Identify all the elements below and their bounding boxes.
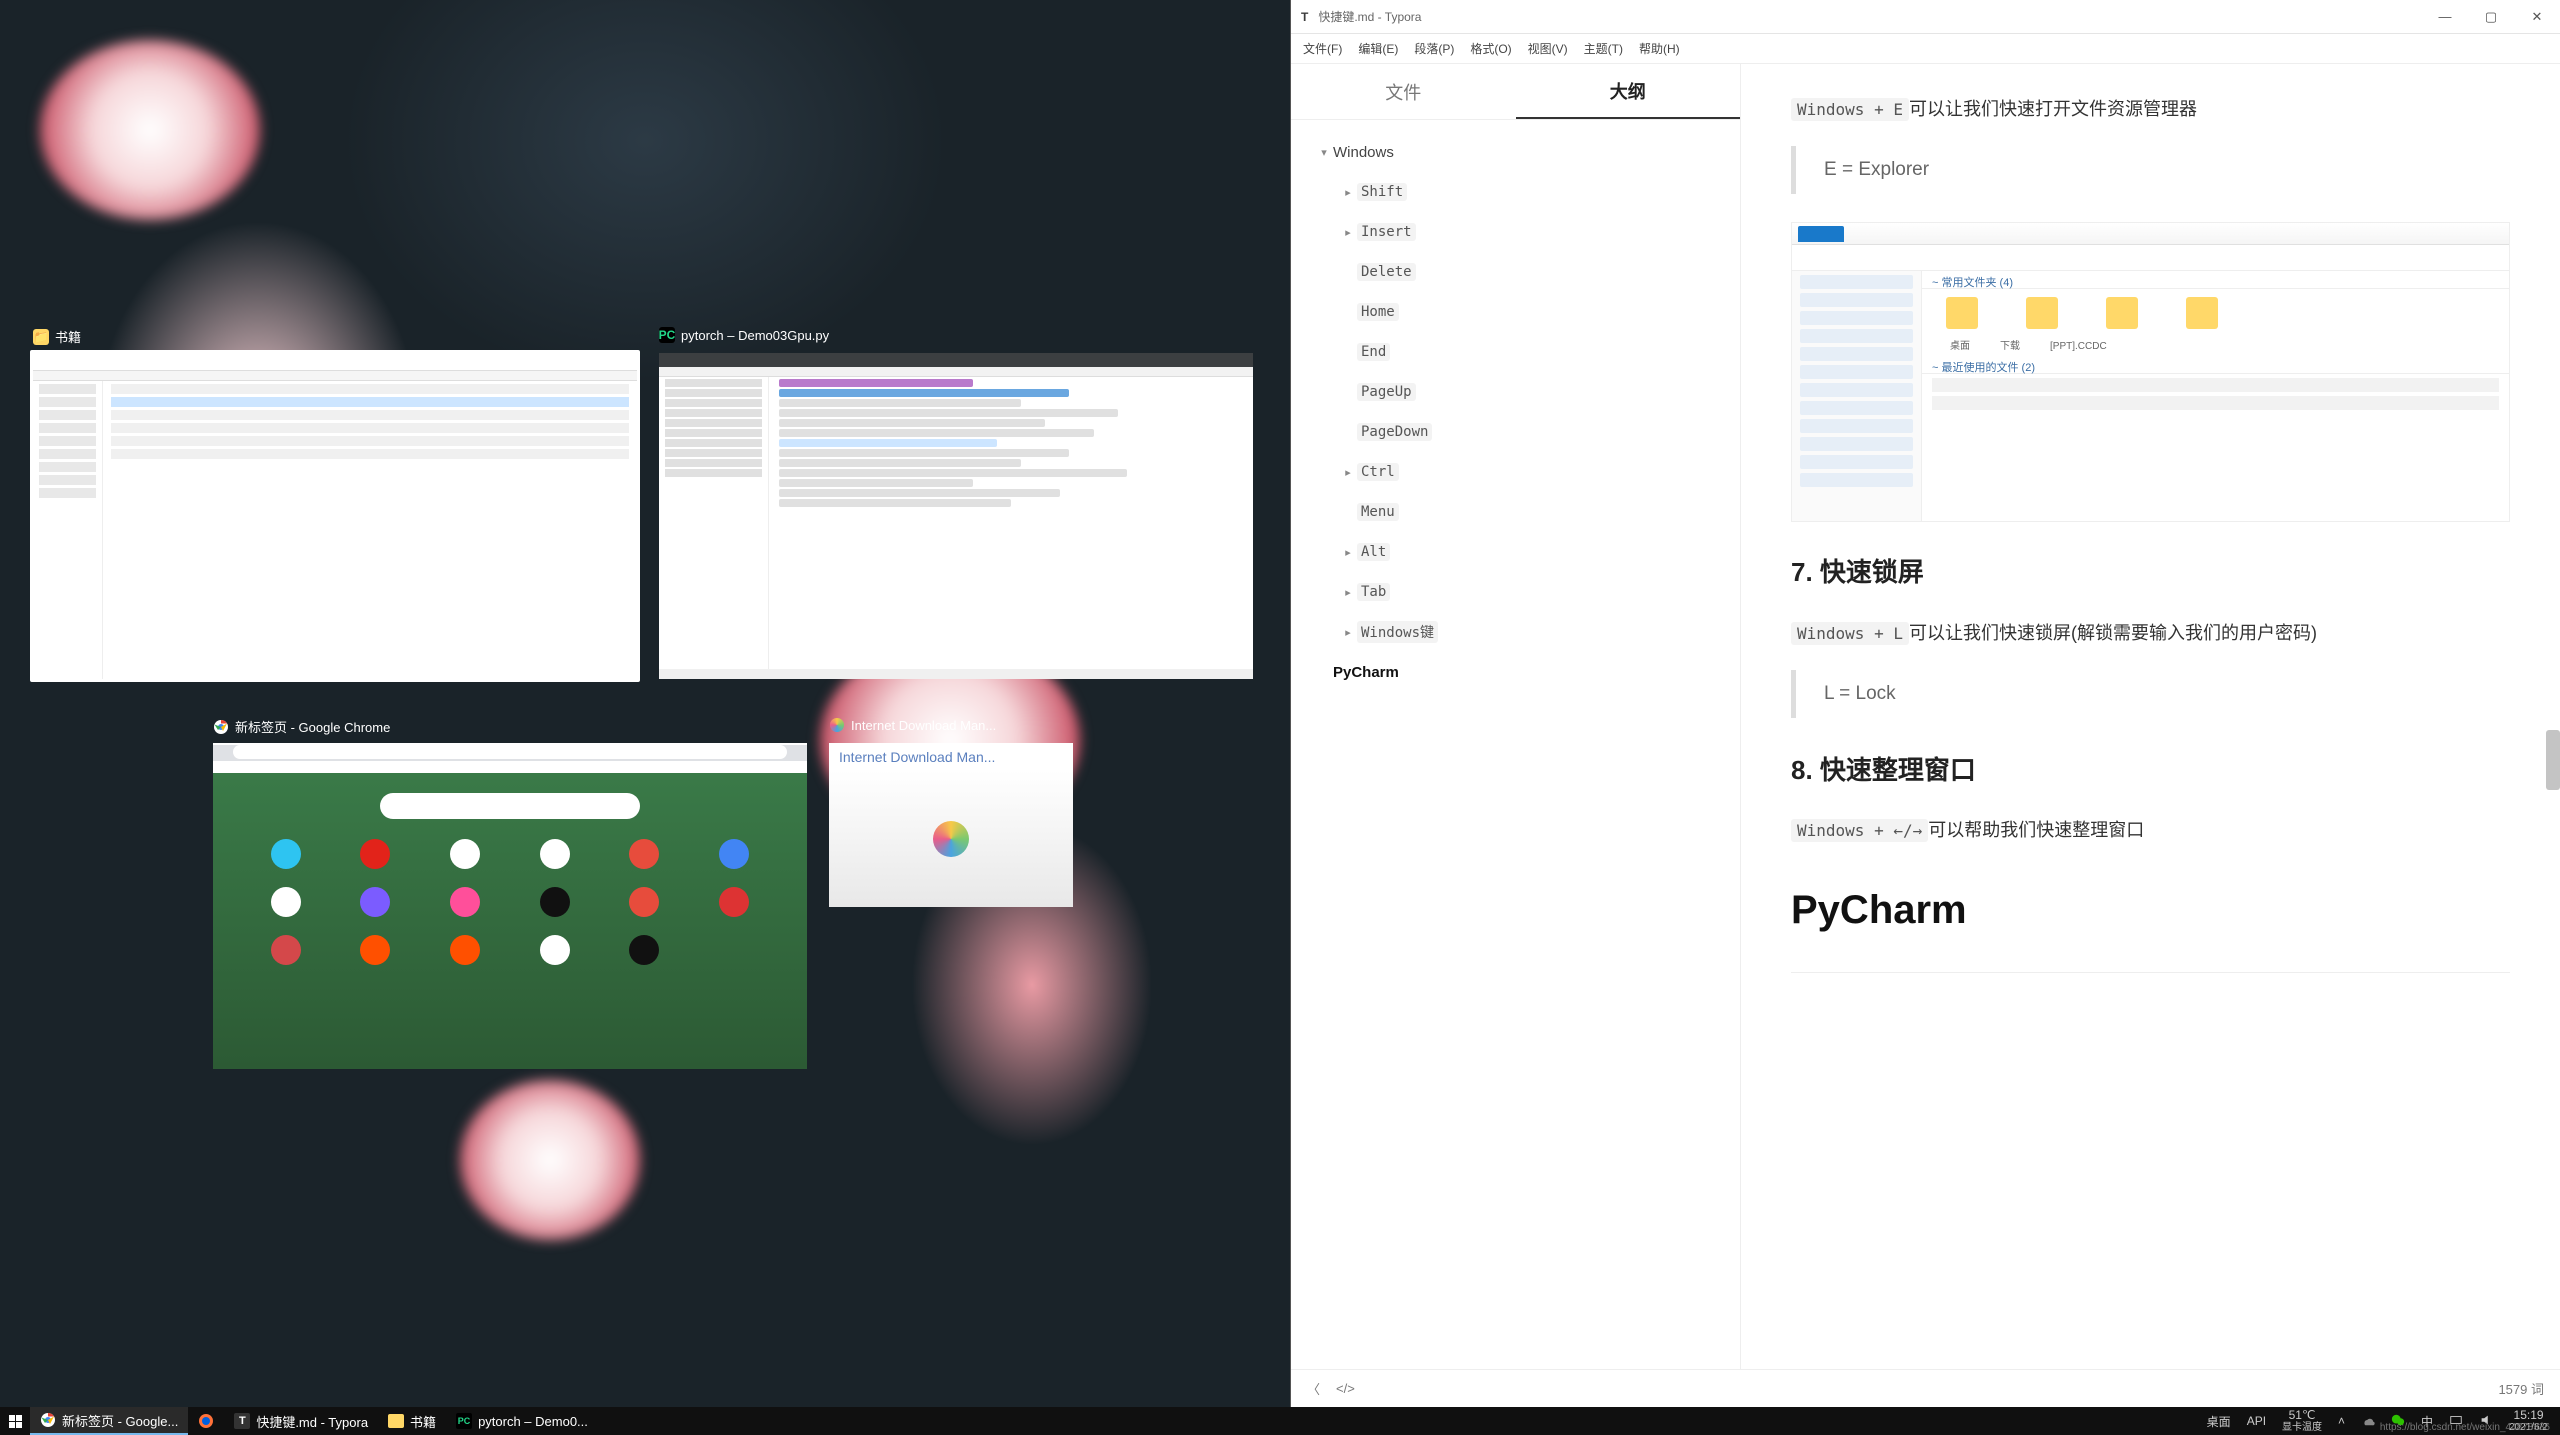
shot-section-header: ~ 最近使用的文件 (2) [1922, 356, 2509, 374]
typora-menubar: 文件(F) 编辑(E) 段落(P) 格式(O) 视图(V) 主题(T) 帮助(H… [1291, 34, 2560, 64]
typora-app-icon: T [1301, 10, 1308, 24]
firefox-icon [198, 1413, 214, 1429]
taskview-thumb-explorer[interactable]: 📁 书籍 [30, 350, 640, 682]
menu-format[interactable]: 格式(O) [1470, 40, 1511, 57]
idm-logo-icon [933, 821, 969, 857]
folder-icon [388, 1413, 404, 1429]
sidebar-tab-outline[interactable]: 大纲 [1516, 64, 1741, 119]
outline-item-root[interactable]: ▾Windows [1291, 132, 1740, 172]
wallpaper-decor [40, 40, 260, 220]
outline-item[interactable]: PageDown [1291, 412, 1740, 452]
taskview-thumb-chrome[interactable]: 新标签页 - Google Chrome [210, 740, 810, 1072]
code-inline: Windows + ←/→ [1791, 819, 1928, 842]
text: 可以让我们快速打开文件资源管理器 [1909, 99, 2197, 119]
taskbar-item[interactable]: 书籍 [378, 1407, 446, 1435]
divider [1791, 972, 2510, 973]
text: 可以让我们快速锁屏(解锁需要输入我们的用户密码) [1909, 623, 2317, 643]
folder-icon: 📁 [33, 329, 49, 345]
taskbar-item[interactable] [188, 1407, 224, 1435]
wallpaper-decor [460, 1080, 640, 1240]
taskbar-tray: 桌面 API 51℃ 显卡温度 ˄ 中 15:19 2021/6/2 https… [2207, 1409, 2560, 1433]
outline-item[interactable]: ▸Shift [1291, 172, 1740, 212]
menu-help[interactable]: 帮助(H) [1639, 40, 1680, 57]
heading-7: 7. 快速锁屏 [1791, 548, 2510, 597]
thumb-title: Internet Download Man... [851, 718, 996, 733]
footer-back-icon[interactable]: 〈 [1307, 1379, 1320, 1398]
tray-chevron-up-icon[interactable]: ˄ [2338, 1414, 2345, 1428]
typora-icon: T [234, 1413, 250, 1429]
outline-item[interactable]: ▸Tab [1291, 572, 1740, 612]
code-inline: Windows + L [1791, 622, 1909, 645]
start-button[interactable] [0, 1415, 30, 1428]
code-inline: Windows + E [1791, 98, 1909, 121]
heading-8: 8. 快速整理窗口 [1791, 746, 2510, 795]
shot-section-header: ~ 常用文件夹 (4) [1922, 271, 2509, 289]
typora-window: T 快捷键.md - Typora — ▢ ✕ 文件(F) 编辑(E) 段落(P… [1290, 0, 2560, 1407]
sidebar-tab-file[interactable]: 文件 [1291, 64, 1516, 119]
taskbar-item[interactable]: 新标签页 - Google... [30, 1407, 188, 1435]
thumb-title: pytorch – Demo03Gpu.py [681, 328, 829, 343]
outline-item[interactable]: Delete [1291, 252, 1740, 292]
maximize-button[interactable]: ▢ [2468, 0, 2514, 33]
tray-gpu-temp[interactable]: 51℃ 显卡温度 [2282, 1409, 2322, 1433]
text: 可以帮助我们快速整理窗口 [1928, 820, 2144, 840]
outline-tree: ▾Windows▸Shift▸InsertDeleteHomeEndPageUp… [1291, 120, 1740, 1369]
word-count[interactable]: 1579 词 [2498, 1379, 2544, 1398]
watermark: https://blog.csdn.net/weixin_44878336 [2380, 1422, 2550, 1433]
taskbar: 新标签页 - Google... T快捷键.md - Typora书籍PCpyto… [0, 1407, 2560, 1435]
blockquote: L = Lock [1791, 670, 2510, 718]
menu-paragraph[interactable]: 段落(P) [1414, 40, 1454, 57]
outline-item[interactable]: End [1291, 332, 1740, 372]
minimize-button[interactable]: — [2422, 0, 2468, 33]
tray-onedrive-icon[interactable] [2361, 1413, 2375, 1430]
blockquote: E = Explorer [1791, 146, 2510, 194]
pycharm-icon: PC [456, 1413, 472, 1429]
typora-sidebar: 文件 大纲 ▾Windows▸Shift▸InsertDeleteHomeEnd… [1291, 64, 1741, 1369]
thumb-title: 新标签页 - Google Chrome [235, 717, 390, 736]
close-button[interactable]: ✕ [2514, 0, 2560, 33]
window-title: 快捷键.md - Typora [1318, 8, 1421, 25]
menu-file[interactable]: 文件(F) [1303, 40, 1342, 57]
taskview-thumb-pycharm[interactable]: PC pytorch – Demo03Gpu.py [656, 350, 1256, 682]
outline-item[interactable]: ▸Ctrl [1291, 452, 1740, 492]
scrollbar-thumb[interactable] [2546, 730, 2560, 790]
outline-item[interactable]: Menu [1291, 492, 1740, 532]
tray-desktop[interactable]: 桌面 [2207, 1413, 2231, 1430]
typora-editor[interactable]: Windows + E可以让我们快速打开文件资源管理器 E = Explorer… [1741, 64, 2560, 1369]
chrome-icon [213, 719, 229, 735]
chrome-icon [40, 1412, 56, 1428]
idm-inner-title: Internet Download Man... [829, 743, 1073, 771]
taskbar-item[interactable]: T快捷键.md - Typora [224, 1407, 378, 1435]
windows-icon [9, 1415, 22, 1428]
idm-icon [829, 717, 845, 733]
taskbar-item[interactable]: PCpytorch – Demo0... [446, 1407, 598, 1435]
outline-item-pycharm[interactable]: PyCharm [1291, 652, 1740, 692]
taskview-thumb-idm[interactable]: Internet Download Man... Internet Downlo… [826, 740, 1076, 910]
desktop-wallpaper: 📁 书籍 PC pytorch – Demo03Gpu.py [0, 0, 1290, 1407]
outline-item[interactable]: ▸Alt [1291, 532, 1740, 572]
heading-pycharm: PyCharm [1791, 872, 2510, 948]
typora-titlebar[interactable]: T 快捷键.md - Typora — ▢ ✕ [1291, 0, 2560, 34]
outline-item[interactable]: Home [1291, 292, 1740, 332]
footer-source-icon[interactable]: </> [1336, 1381, 1355, 1396]
typora-statusbar: 〈 </> 1579 词 [1291, 1369, 2560, 1407]
tray-api[interactable]: API [2247, 1414, 2266, 1428]
pycharm-icon: PC [659, 327, 675, 343]
menu-view[interactable]: 视图(V) [1528, 40, 1568, 57]
outline-item[interactable]: ▸Insert [1291, 212, 1740, 252]
menu-theme[interactable]: 主题(T) [1584, 40, 1623, 57]
outline-item[interactable]: ▸Windows键 [1291, 612, 1740, 652]
embedded-screenshot-explorer: ~ 常用文件夹 (4) 桌面 下载 [PPT].CCDC ~ 最近使用的文件 (… [1791, 222, 2510, 522]
outline-item[interactable]: PageUp [1291, 372, 1740, 412]
menu-edit[interactable]: 编辑(E) [1358, 40, 1398, 57]
thumb-title: 书籍 [55, 327, 81, 346]
